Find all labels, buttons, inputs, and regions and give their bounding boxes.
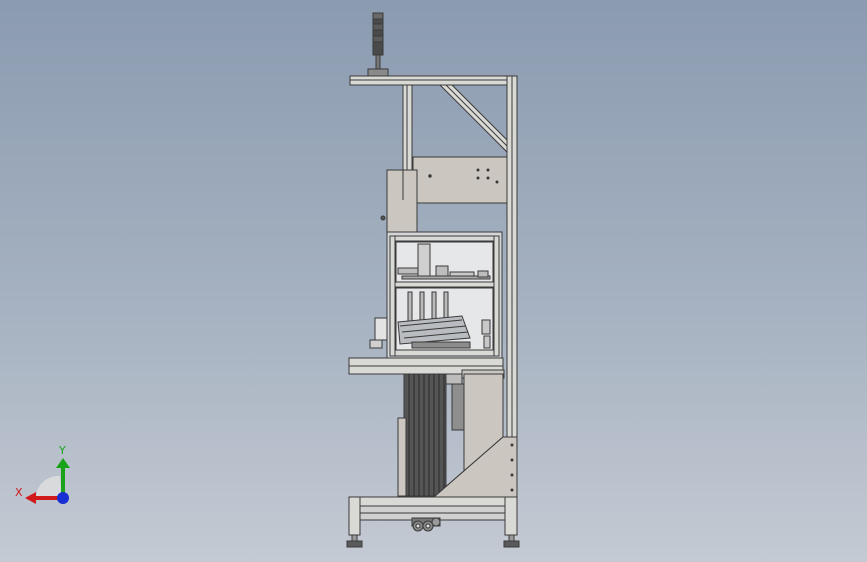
y-axis-label: Y <box>58 444 66 457</box>
top-beam <box>349 75 517 86</box>
axis-triad: Y X <box>15 444 70 504</box>
drive-column <box>397 373 465 497</box>
diagonal-brace <box>438 84 508 154</box>
leveling-feet <box>346 534 520 548</box>
guard-cabinet <box>369 231 503 359</box>
signal-tower <box>367 12 389 77</box>
machine-model[interactable] <box>0 0 867 562</box>
casters <box>411 517 441 532</box>
graphics-viewport[interactable]: Y X <box>0 0 867 562</box>
base-frame <box>348 496 518 536</box>
x-axis-label: X <box>15 486 23 499</box>
upper-panel <box>380 156 508 233</box>
